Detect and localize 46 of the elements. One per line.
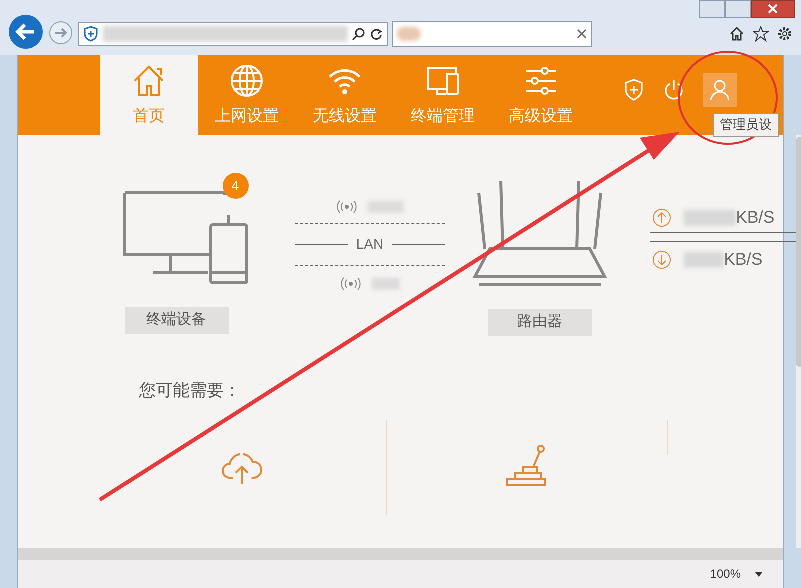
power-icon[interactable]	[663, 78, 685, 102]
refresh-icon[interactable]	[370, 28, 383, 40]
admin-button[interactable]	[703, 73, 737, 107]
user-icon	[708, 78, 732, 102]
download-icon	[652, 250, 672, 270]
tooltip: 管理员设	[713, 113, 779, 136]
nav-tab[interactable]: 终端管理	[394, 55, 492, 135]
wireless-icon	[336, 199, 358, 215]
nav-tab[interactable]: 高级设置	[492, 55, 590, 135]
router-label: 路由器	[488, 309, 592, 336]
forward-icon[interactable]	[48, 20, 74, 46]
star-icon[interactable]	[753, 26, 769, 42]
upload-icon	[652, 208, 672, 228]
home-icon[interactable]	[729, 26, 745, 42]
back-icon[interactable]	[8, 14, 44, 50]
stacked-steps-icon[interactable]	[505, 444, 549, 488]
blurred-value	[684, 210, 736, 226]
download-rate-unit: KB/S	[724, 248, 763, 271]
browser-tab[interactable]	[392, 21, 592, 47]
close-button[interactable]	[751, 0, 795, 18]
shield-plus-icon[interactable]	[623, 78, 645, 102]
upload-rate-unit: KB/S	[736, 206, 775, 229]
shield-icon	[83, 26, 99, 42]
count-badge: 4	[222, 173, 248, 199]
nav-tab[interactable]: 上网设置	[198, 55, 296, 135]
suggestions-title: 您可能需要：	[139, 380, 242, 402]
wireless-icon	[340, 276, 362, 292]
lan-label: LAN	[356, 235, 384, 254]
close-icon	[768, 4, 778, 14]
blurred-value	[368, 201, 404, 213]
devices-label: 终端设备	[124, 307, 228, 334]
nav-tab[interactable]: 首页	[100, 55, 198, 135]
search-icon[interactable]	[352, 27, 366, 41]
address-field[interactable]	[78, 22, 388, 46]
nav-tab[interactable]: 无线设置	[296, 55, 394, 135]
horizontal-scrollbar[interactable]	[18, 548, 783, 560]
settings-icon[interactable]	[777, 26, 793, 42]
zoom-level[interactable]: 100%	[710, 565, 741, 583]
globe-icon	[228, 63, 266, 99]
close-tab-icon[interactable]	[577, 29, 587, 39]
blurred-tab-title	[397, 27, 421, 41]
maximize-button[interactable]	[725, 0, 751, 18]
minimize-button[interactable]	[699, 0, 725, 18]
blurred-value	[372, 278, 400, 290]
dropdown-caret-icon[interactable]	[755, 572, 763, 576]
blurred-value	[684, 252, 724, 268]
